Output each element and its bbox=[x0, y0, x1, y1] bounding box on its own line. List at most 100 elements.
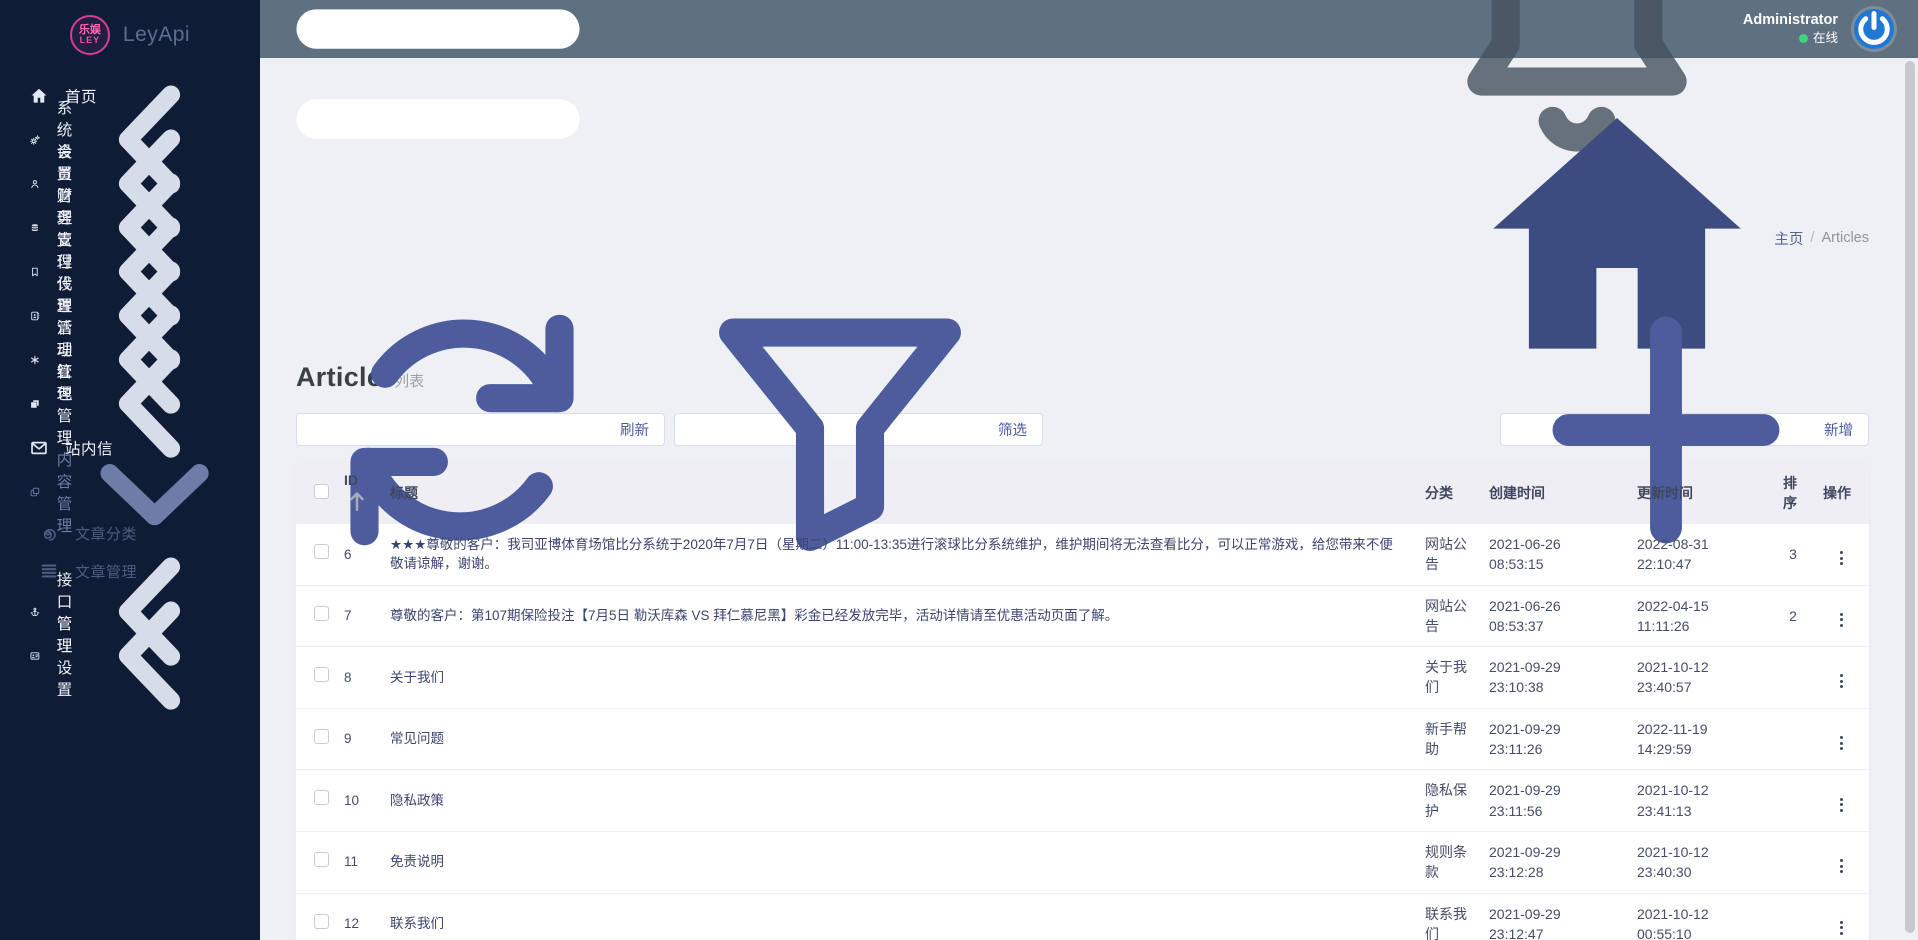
row-updated-at: 2021-10-12 23:40:30 bbox=[1627, 830, 1773, 894]
row-created-at: 2021-06-26 08:53:37 bbox=[1479, 584, 1627, 647]
row-checkbox[interactable] bbox=[314, 605, 329, 621]
row-checkbox[interactable] bbox=[314, 851, 329, 867]
row-checkbox-cell bbox=[296, 769, 334, 832]
table-row: 10 隐私政策 隐私保护 2021-09-29 23:11:56 2021-10-12 … bbox=[296, 769, 1869, 832]
row-title: 联系我们 bbox=[380, 892, 1415, 940]
row-checkbox[interactable] bbox=[314, 667, 329, 683]
logo-icon: 乐娱 LEY bbox=[69, 15, 110, 55]
row-category: 关于我们 bbox=[1415, 646, 1479, 709]
row-sort-value bbox=[1773, 830, 1813, 894]
chevron-left-icon bbox=[73, 574, 236, 737]
row-checkbox-cell bbox=[296, 892, 334, 940]
row-checkbox-cell bbox=[296, 584, 334, 647]
row-actions-cell bbox=[1813, 707, 1869, 770]
sidebar-item-label: 管理设置 bbox=[56, 616, 73, 699]
row-sort-value bbox=[1773, 892, 1813, 940]
table-row: 9 常见问题 新手帮助 2021-09-29 23:11:26 2022-11-19 1… bbox=[296, 707, 1869, 770]
row-actions-button[interactable] bbox=[1833, 918, 1850, 938]
page-scrollbar[interactable] bbox=[1905, 61, 1915, 933]
sidebar-item-label: 红包管理 bbox=[56, 364, 73, 447]
row-actions-button[interactable] bbox=[1833, 548, 1850, 568]
row-actions-cell bbox=[1813, 584, 1869, 647]
envelope-icon bbox=[30, 439, 48, 457]
sort-asc-icon[interactable] bbox=[344, 488, 370, 514]
row-title: 隐私政策 bbox=[380, 769, 1415, 832]
avatar[interactable] bbox=[1854, 9, 1894, 49]
row-actions-cell bbox=[1813, 646, 1869, 709]
row-updated-at: 2021-10-12 23:41:13 bbox=[1627, 769, 1773, 832]
row-actions-button[interactable] bbox=[1833, 671, 1850, 691]
id-card-icon bbox=[30, 647, 40, 665]
sidebar-item-content-management[interactable]: 内容管理 bbox=[0, 452, 260, 535]
row-category: 隐私保护 bbox=[1415, 769, 1479, 832]
table-row: 11 免责说明 规则条款 2021-09-29 23:12:28 2021-10-12 … bbox=[296, 830, 1869, 894]
row-checkbox[interactable] bbox=[314, 728, 329, 744]
row-title: 关于我们 bbox=[380, 646, 1415, 709]
anchor-icon bbox=[30, 603, 40, 621]
breadcrumb-current: Articles bbox=[1821, 230, 1869, 246]
filter-button[interactable]: 筛选 bbox=[674, 317, 1043, 551]
username: Administrator bbox=[1742, 12, 1838, 29]
refresh-button[interactable]: 刷新 bbox=[296, 314, 665, 545]
sidebar: 乐娱 LEY LeyApi 首页 系统设置 会员管理 财务管理 支付设置 代理管理 活动管理… bbox=[0, 0, 260, 940]
row-created-at: 2021-09-29 23:10:38 bbox=[1479, 646, 1627, 709]
row-actions-button[interactable] bbox=[1833, 856, 1850, 876]
row-checkbox-cell bbox=[296, 707, 334, 770]
list-icon bbox=[40, 562, 58, 580]
address-book-icon bbox=[30, 307, 40, 325]
row-sort-value: 2 bbox=[1773, 584, 1813, 647]
stream-icon bbox=[40, 524, 58, 542]
database-icon bbox=[30, 219, 40, 237]
content-area: Article 列表 主页 / Articles 刷新 筛选 新增 ID 标题 … bbox=[260, 58, 1918, 940]
col-header-id-label[interactable]: ID bbox=[344, 472, 358, 488]
create-button[interactable]: 新增 bbox=[1500, 316, 1869, 543]
row-id: 10 bbox=[334, 769, 380, 832]
row-checkbox[interactable] bbox=[314, 544, 329, 560]
row-created-at: 2021-09-29 23:12:28 bbox=[1479, 830, 1627, 894]
row-title: 常见问题 bbox=[380, 707, 1415, 770]
row-created-at: 2021-09-29 23:11:26 bbox=[1479, 707, 1627, 770]
logo-badge-bottom: LEY bbox=[79, 35, 101, 45]
top-navbar: Administrator 在线 bbox=[260, 0, 1918, 152]
select-all-checkbox[interactable] bbox=[314, 484, 329, 499]
row-updated-at: 2022-11-19 14:29:59 bbox=[1627, 707, 1773, 770]
row-checkbox-cell bbox=[296, 830, 334, 894]
copy-icon bbox=[30, 483, 40, 501]
col-header-category: 分类 bbox=[1415, 463, 1479, 524]
online-status: 在线 bbox=[1743, 30, 1838, 46]
row-actions-cell bbox=[1813, 892, 1869, 940]
grid-toolbar: 刷新 筛选 新增 bbox=[296, 314, 1869, 551]
col-header-actions: 操作 bbox=[1813, 463, 1869, 524]
row-sort-value bbox=[1773, 707, 1813, 770]
row-actions-button[interactable] bbox=[1833, 610, 1850, 630]
row-actions-cell bbox=[1813, 830, 1869, 894]
online-status-dot bbox=[1798, 33, 1808, 43]
breadcrumb-home-link[interactable]: 主页 bbox=[1774, 228, 1803, 249]
online-status-label: 在线 bbox=[1812, 31, 1838, 46]
row-checkbox-cell bbox=[296, 646, 334, 709]
row-actions-button[interactable] bbox=[1833, 733, 1850, 753]
row-created-at: 2021-09-29 23:12:47 bbox=[1479, 892, 1627, 940]
sidebar-item-label: 内容管理 bbox=[56, 452, 73, 535]
app-title: LeyApi bbox=[122, 23, 191, 46]
row-updated-at: 2022-04-15 11:11:26 bbox=[1627, 584, 1773, 647]
row-checkbox[interactable] bbox=[314, 913, 329, 929]
row-id: 11 bbox=[334, 830, 380, 894]
main-area: Administrator 在线 Article 列表 主页 / Article… bbox=[260, 0, 1918, 940]
row-category: 新手帮助 bbox=[1415, 707, 1479, 770]
row-category: 联系我们 bbox=[1415, 892, 1479, 940]
sidebar-item-admin-settings[interactable]: 管理设置 bbox=[0, 601, 260, 711]
sidebar-menu: 首页 系统设置 会员管理 财务管理 支付设置 代理管理 活动管理 红包管理 站内信 内容管理 文章分… bbox=[0, 70, 260, 711]
row-actions-button[interactable] bbox=[1833, 795, 1850, 815]
bookmark-icon bbox=[30, 263, 40, 281]
row-checkbox[interactable] bbox=[314, 790, 329, 806]
row-sort-value bbox=[1773, 769, 1813, 832]
user-icon bbox=[30, 175, 40, 193]
asterisk-icon bbox=[30, 351, 40, 369]
row-id: 12 bbox=[334, 892, 380, 940]
user-menu[interactable]: Administrator 在线 bbox=[1743, 11, 1838, 46]
row-id: 9 bbox=[334, 707, 380, 770]
clone-icon bbox=[30, 395, 40, 413]
row-title: 免责说明 bbox=[380, 830, 1415, 894]
row-created-at: 2021-09-29 23:11:56 bbox=[1479, 769, 1627, 832]
